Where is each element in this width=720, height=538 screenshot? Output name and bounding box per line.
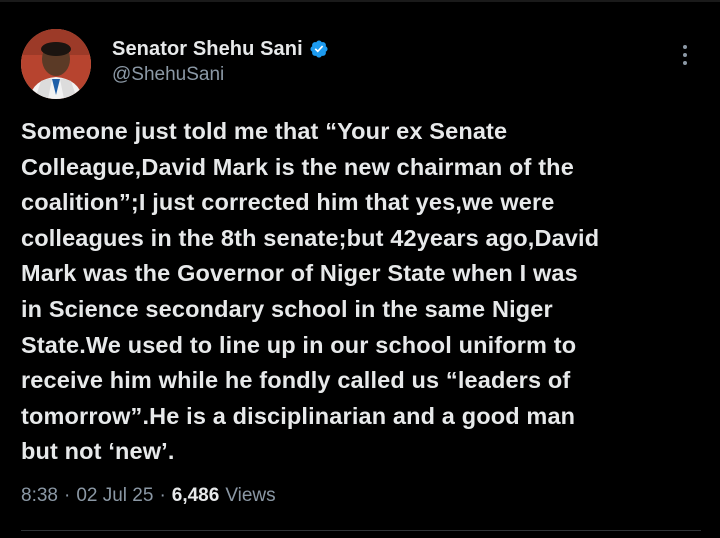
post-time[interactable]: 8:38	[21, 485, 58, 507]
avatar-image	[21, 29, 91, 99]
separator: ·	[159, 485, 166, 506]
separator: ·	[63, 485, 71, 506]
avatar[interactable]	[21, 29, 91, 99]
more-options-button[interactable]	[670, 40, 700, 70]
verified-badge-icon	[309, 39, 329, 59]
author-block: Senator Shehu Sani @ShehuSani	[112, 36, 329, 86]
user-handle[interactable]: @ShehuSani	[112, 64, 329, 86]
display-name[interactable]: Senator Shehu Sani	[112, 38, 303, 61]
post-date[interactable]: 02 Jul 25	[76, 485, 153, 507]
views-count[interactable]: 6,486	[172, 485, 220, 507]
tweet-text: Someone just told me that “Your ex Senat…	[21, 118, 600, 465]
display-name-row: Senator Shehu Sani	[112, 36, 329, 62]
tweet-meta: 8:38 · 02 Jul 25 · 6,486 Views	[21, 485, 276, 507]
more-dot-icon	[683, 53, 687, 57]
bottom-divider	[21, 530, 701, 531]
views-label[interactable]: Views	[225, 485, 275, 507]
more-dot-icon	[683, 61, 687, 65]
tweet-card: Senator Shehu Sani @ShehuSani Someone ju…	[0, 0, 720, 538]
more-dot-icon	[683, 45, 687, 49]
